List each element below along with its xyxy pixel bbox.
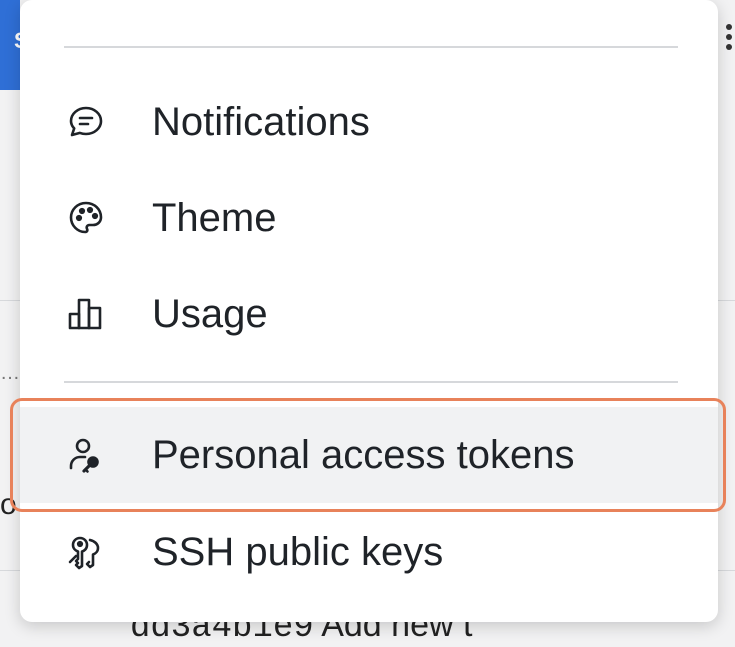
- user-key-icon: [66, 435, 106, 475]
- background-divider: [0, 570, 20, 571]
- menu-item-notifications[interactable]: Notifications: [20, 74, 718, 170]
- background-divider: [718, 570, 735, 571]
- notification-bubble-icon: [66, 102, 106, 142]
- menu-item-theme[interactable]: Theme: [20, 170, 718, 266]
- menu-item-label: Personal access tokens: [152, 432, 575, 477]
- background-divider: [718, 300, 735, 301]
- menu-item-label: SSH public keys: [152, 529, 444, 574]
- background-partial-text: o: [0, 488, 17, 521]
- menu-item-label: Notifications: [152, 99, 370, 144]
- menu-item-ssh-public-keys[interactable]: SSH public keys: [20, 504, 718, 600]
- kebab-menu-icon[interactable]: [724, 24, 734, 64]
- background-divider: [0, 300, 20, 301]
- menu-item-usage[interactable]: Usage: [20, 266, 718, 362]
- menu-divider: [64, 381, 678, 383]
- palette-icon: [66, 198, 106, 238]
- menu-item-personal-access-tokens[interactable]: Personal access tokens: [20, 407, 718, 503]
- keys-icon: [66, 532, 106, 572]
- user-settings-dropdown: Notifications Theme Usage Personal acces…: [20, 0, 718, 622]
- background-ellipsis: …: [0, 362, 21, 384]
- usage-chart-icon: [66, 294, 106, 334]
- menu-item-label: Usage: [152, 291, 268, 336]
- menu-divider: [64, 46, 678, 48]
- menu-item-label: Theme: [152, 195, 277, 240]
